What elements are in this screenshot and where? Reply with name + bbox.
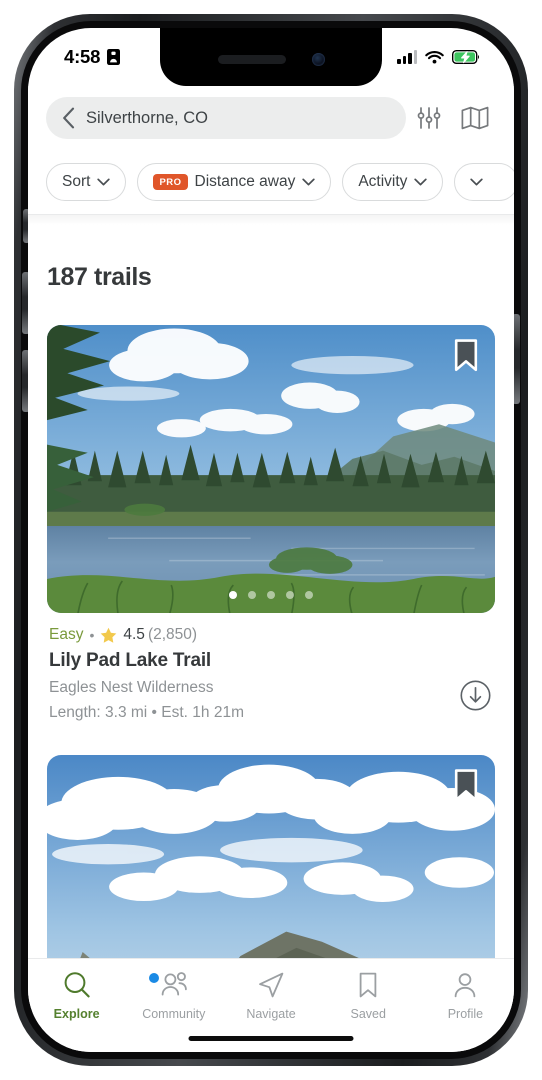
tab-label: Community <box>142 1007 206 1021</box>
search-input[interactable]: Silverthorne, CO <box>46 97 406 139</box>
map-view-button[interactable] <box>452 96 498 140</box>
chevron-down-icon <box>302 178 315 186</box>
home-indicator[interactable] <box>188 1036 354 1041</box>
tab-explore[interactable]: Explore <box>28 970 125 1021</box>
bookmark-icon <box>454 769 478 802</box>
rating-value: 4.5 <box>123 626 145 643</box>
status-bar-left: 4:58 <box>64 46 121 68</box>
difficulty-label: Easy <box>49 626 84 643</box>
tab-community[interactable]: Community <box>125 970 222 1021</box>
people-icon <box>161 972 187 996</box>
meta-separator: • <box>89 627 95 643</box>
photo-carousel-dots[interactable] <box>229 591 313 599</box>
rating-count: (2,850) <box>147 626 198 643</box>
trail-card[interactable]: Easy • 4.5 (2,850) Lily Pad Lake Trail E… <box>28 325 514 722</box>
trail-results-list[interactable]: 187 trails Easy • 4.5 (2,850) Lily Pad L… <box>28 215 514 958</box>
trail-info: Easy • 4.5 (2,850) Lily Pad Lake Trail E… <box>47 613 495 722</box>
trail-name[interactable]: Lily Pad Lake Trail <box>49 650 493 672</box>
phone-frame: 4:58 Silverthorne, CO Sort PRO Distance … <box>14 14 528 1066</box>
tab-profile[interactable]: Profile <box>417 970 514 1021</box>
filter-divider <box>28 214 514 215</box>
phone-screen: 4:58 Silverthorne, CO Sort PRO Distance … <box>28 28 514 1052</box>
filter-chip-activity[interactable]: Activity <box>342 163 444 201</box>
carousel-dot[interactable] <box>248 591 256 599</box>
battery-charging-icon <box>452 50 479 64</box>
filter-chip-row[interactable]: Sort PRO Distance away Activity <box>28 150 514 214</box>
page-title: 187 trails <box>47 263 152 291</box>
trail-photo-image <box>47 325 495 613</box>
carousel-dot[interactable] <box>305 591 313 599</box>
paper-plane-icon <box>259 972 284 998</box>
bookmark-icon <box>359 972 377 998</box>
carousel-dot[interactable] <box>229 591 237 599</box>
carousel-dot[interactable] <box>286 591 294 599</box>
pro-badge: PRO <box>153 173 188 191</box>
carousel-dot[interactable] <box>267 591 275 599</box>
bookmark-icon <box>454 339 478 372</box>
filter-chip-label: Activity <box>358 173 408 190</box>
filter-chip-more[interactable] <box>454 163 514 201</box>
download-circle-icon <box>460 680 491 711</box>
trail-photo-image <box>47 755 495 958</box>
notch <box>160 28 382 86</box>
notification-badge <box>148 973 159 983</box>
bookmark-button[interactable] <box>453 769 479 807</box>
filter-chip-sort[interactable]: Sort <box>46 163 127 201</box>
bookmark-button[interactable] <box>453 339 479 377</box>
filter-chip-distance-away[interactable]: PRO Distance away <box>137 163 332 201</box>
tab-label: Navigate <box>246 1007 296 1021</box>
search-header: Silverthorne, CO <box>28 86 514 150</box>
download-button[interactable] <box>460 680 491 716</box>
tab-label: Saved <box>350 1007 386 1021</box>
trail-photo[interactable] <box>47 755 495 958</box>
trail-meta: Easy • 4.5 (2,850) <box>49 626 493 644</box>
chevron-down-icon <box>414 178 428 186</box>
trail-card[interactable] <box>28 755 514 958</box>
trail-photo[interactable] <box>47 325 495 613</box>
tab-saved[interactable]: Saved <box>320 970 417 1021</box>
trail-area: Eagles Nest Wilderness <box>49 679 214 696</box>
tab-label: Profile <box>447 1007 484 1021</box>
status-time: 4:58 <box>64 46 101 67</box>
filters-button[interactable] <box>406 96 452 140</box>
front-camera-icon <box>311 52 325 66</box>
magnifier-icon <box>64 972 90 998</box>
tab-navigate[interactable]: Navigate <box>222 970 319 1021</box>
phone-bezel: 4:58 Silverthorne, CO Sort PRO Distance … <box>21 21 521 1059</box>
star-icon <box>101 627 117 643</box>
tab-label: Explore <box>53 1007 100 1021</box>
status-bar-right <box>397 49 480 64</box>
person-icon <box>455 973 476 998</box>
sliders-icon <box>417 107 441 129</box>
chevron-down-icon <box>97 178 111 186</box>
id-badge-icon <box>107 49 121 65</box>
cellular-signal-icon <box>397 49 417 64</box>
filter-chip-label: Distance away <box>194 173 296 190</box>
wifi-icon <box>425 51 444 64</box>
trail-stats: Length: 3.3 mi • Est. 1h 21m <box>49 704 244 721</box>
earpiece-speaker <box>217 54 286 64</box>
chevron-left-icon[interactable] <box>62 107 75 129</box>
filter-shadow <box>28 215 514 225</box>
chevron-down-icon <box>470 178 484 186</box>
filter-chip-label: Sort <box>62 173 91 190</box>
search-value: Silverthorne, CO <box>86 108 208 127</box>
map-icon <box>461 106 489 130</box>
